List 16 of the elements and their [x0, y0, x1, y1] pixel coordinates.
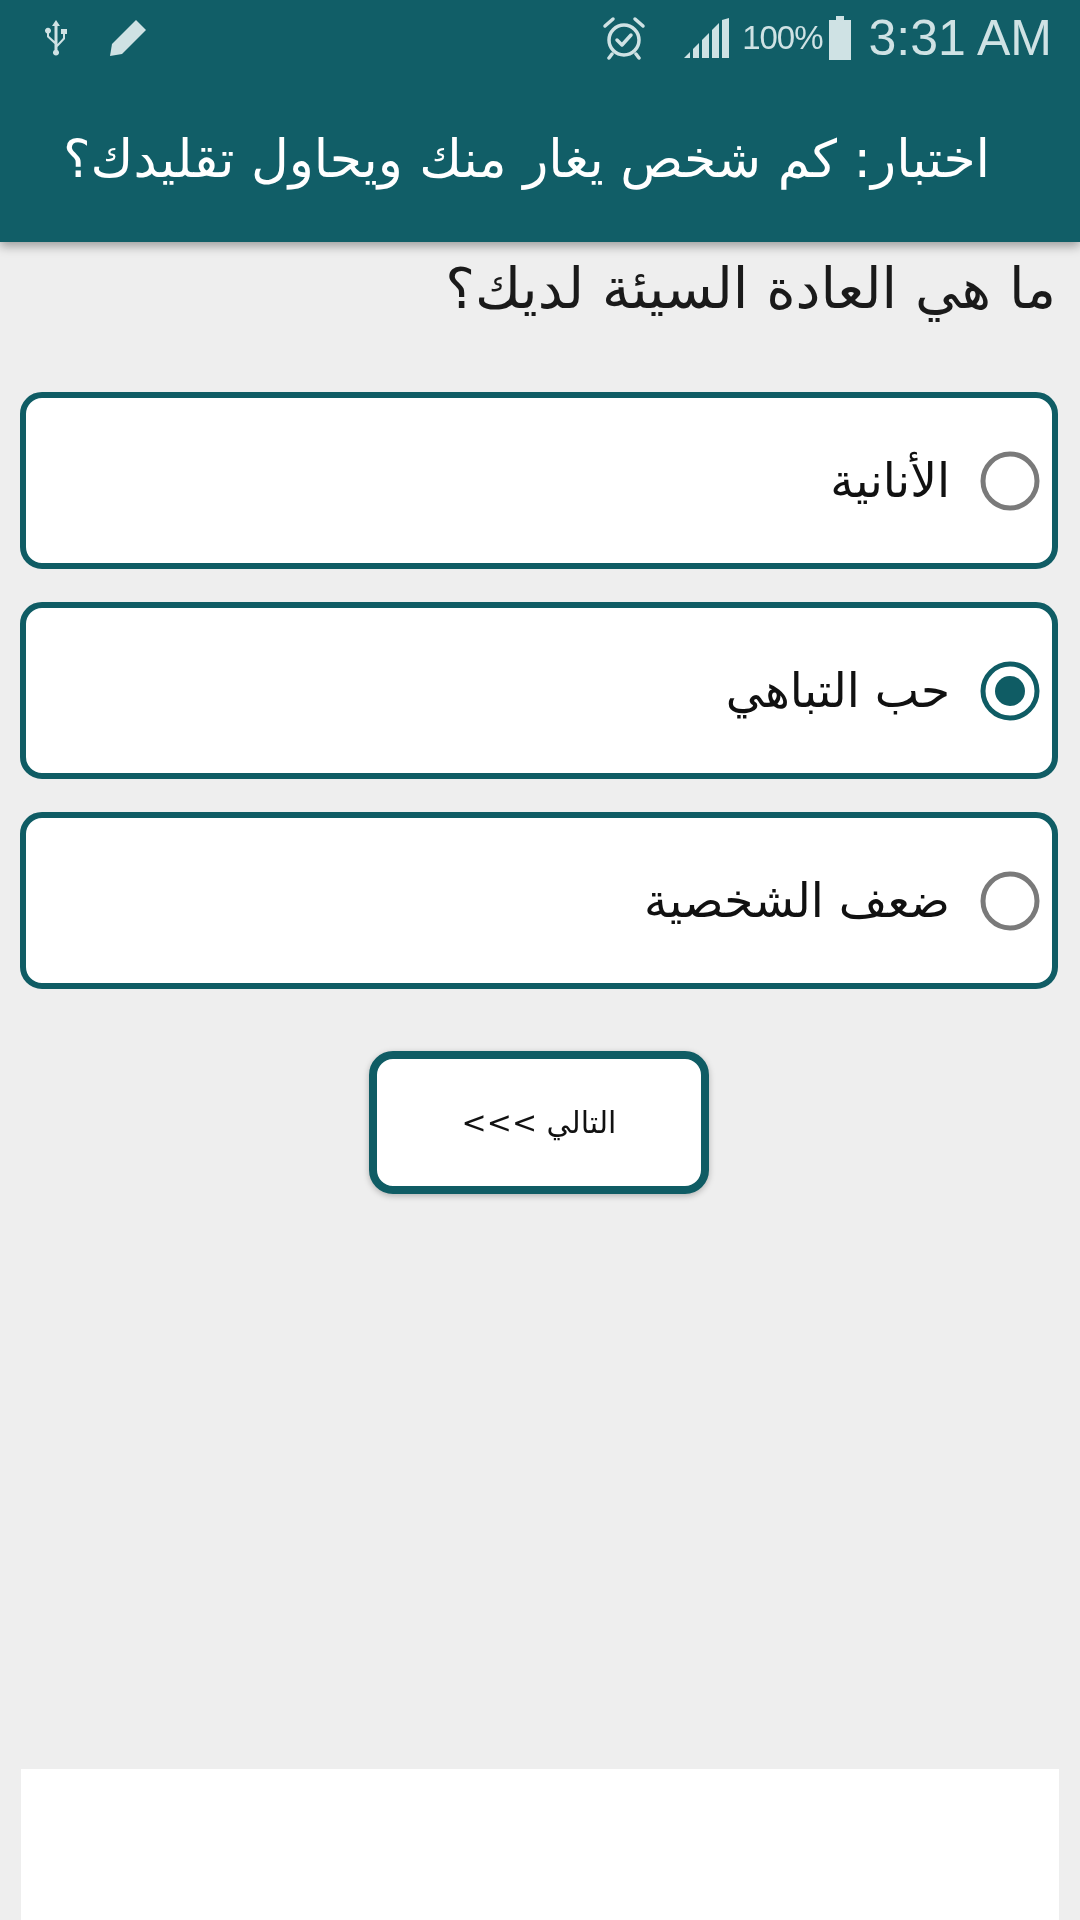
battery-icon — [828, 16, 851, 60]
alarm-clock-icon — [602, 16, 647, 60]
answer-option[interactable]: حب التباهي — [20, 602, 1058, 779]
radio-button[interactable] — [980, 870, 1040, 931]
battery-percentage: 100% — [742, 19, 823, 57]
answer-option[interactable]: الأنانية — [20, 392, 1058, 569]
radio-button[interactable] — [980, 450, 1040, 511]
next-button[interactable]: التالي >>> — [369, 1051, 709, 1194]
signal-strength-icon — [684, 18, 731, 58]
usb-icon — [44, 20, 68, 56]
answer-option[interactable]: ضعف الشخصية — [20, 812, 1058, 989]
question-text: ما هي العادة السيئة لديك؟ — [444, 255, 1057, 324]
clock-time: 3:31 AM — [868, 9, 1052, 67]
pencil-icon — [108, 18, 148, 58]
radio-button[interactable] — [980, 660, 1040, 721]
quiz-title: اختبار: كم شخص يغار منك ويحاول تقليدك؟ — [62, 129, 990, 189]
